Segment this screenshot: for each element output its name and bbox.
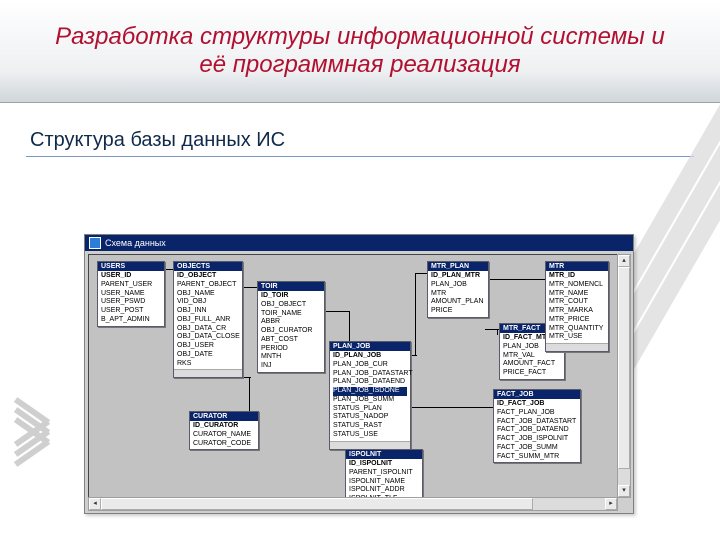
window-caption: Схема данных [105,238,166,248]
relation-line [497,329,498,335]
slide-header: Разработка структуры информационной сист… [0,0,720,103]
table-columns: ID_PLAN_JOB PLAN_JOB_CUR PLAN_JOB_DATAST… [330,351,410,441]
table-header: ISPOLNIT [346,450,422,459]
decor-chevrons [12,408,62,458]
table-header: MTR [546,262,608,271]
scroll-down-button[interactable]: ▾ [618,485,630,497]
window-titlebar[interactable]: Схема данных [85,235,633,251]
table-curator[interactable]: CURATOR ID_CURATOR CURATOR_NAME CURATOR_… [189,411,259,450]
relation-line [405,407,495,408]
table-columns: USER_ID PARENT_USER USER_NAME USER_PSWD … [98,271,164,326]
diagram-canvas[interactable]: USERS USER_ID PARENT_USER USER_NAME USER… [88,254,618,498]
slide-subtitle: Структура базы данных ИС [30,129,720,152]
table-header: PLAN_JOB [330,342,410,351]
horizontal-scrollbar[interactable]: ◂ ▸ [88,497,618,511]
table-header: OBJECTS [174,262,242,271]
table-plan-job[interactable]: PLAN_JOB ID_PLAN_JOB PLAN_JOB_CUR PLAN_J… [329,341,411,450]
title-line-2: её программная реализация [199,51,520,78]
table-columns: ID_ISPOLNIT PARENT_ISPOLNIT ISPOLNIT_NAM… [346,459,422,498]
table-columns: ID_TOIR OBJ_OBJECT TOIR_NAME ABBR OBJ_CU… [258,291,324,372]
table-ispolnit[interactable]: ISPOLNIT ID_ISPOLNIT PARENT_ISPOLNIT ISP… [345,449,423,498]
table-mtr-plan[interactable]: MTR_PLAN ID_PLAN_MTR PLAN_JOB MTR AMOUNT… [427,261,489,318]
table-toir[interactable]: TOIR ID_TOIR OBJ_OBJECT TOIR_NAME ABBR O… [257,281,325,373]
scroll-right-button[interactable]: ▸ [605,498,617,510]
title-line-1: Разработка структуры информационной сист… [55,23,665,50]
scroll-thumb[interactable] [618,267,630,469]
table-header: MTR_PLAN [428,262,488,271]
table-header: USERS [98,262,164,271]
scroll-up-button[interactable]: ▴ [618,255,630,267]
table-scrollbar[interactable] [174,369,242,377]
scroll-thumb[interactable] [101,498,533,510]
table-columns: ID_PLAN_MTR PLAN_JOB MTR AMOUNT_PLAN PRI… [428,271,488,317]
table-columns: ID_FACT_JOB FACT_PLAN_JOB FACT_JOB_DATAS… [494,399,580,462]
table-users[interactable]: USERS USER_ID PARENT_USER USER_NAME USER… [97,261,165,327]
scroll-left-button[interactable]: ◂ [89,498,101,510]
relation-line [485,279,545,280]
table-columns: ID_OBJECT PARENT_OBJECT OBJ_NAME VID_OBJ… [174,271,242,369]
window-icon [89,237,101,249]
divider [26,156,694,157]
table-columns: MTR_ID MTR_NOMENCL MTR_NAME MTR_COUT MTR… [546,271,608,343]
table-mtr[interactable]: MTR MTR_ID MTR_NOMENCL MTR_NAME MTR_COUT… [545,261,609,352]
vertical-scrollbar[interactable]: ▴ ▾ [617,254,631,498]
table-columns: ID_CURATOR CURATOR_NAME CURATOR_CODE [190,421,258,449]
schema-window: Схема данных USERS USER_ID [84,234,634,514]
table-objects[interactable]: OBJECTS ID_OBJECT PARENT_OBJECT OBJ_NAME… [173,261,243,378]
table-scrollbar[interactable] [330,441,410,449]
table-header: CURATOR [190,412,258,421]
table-scrollbar[interactable] [546,343,608,351]
table-header: TOIR [258,282,324,291]
table-fact-job[interactable]: FACT_JOB ID_FACT_JOB FACT_PLAN_JOB FACT_… [493,389,581,463]
relation-line [415,273,416,355]
slide-title: Разработка структуры информационной сист… [55,23,665,78]
table-header: FACT_JOB [494,390,580,399]
